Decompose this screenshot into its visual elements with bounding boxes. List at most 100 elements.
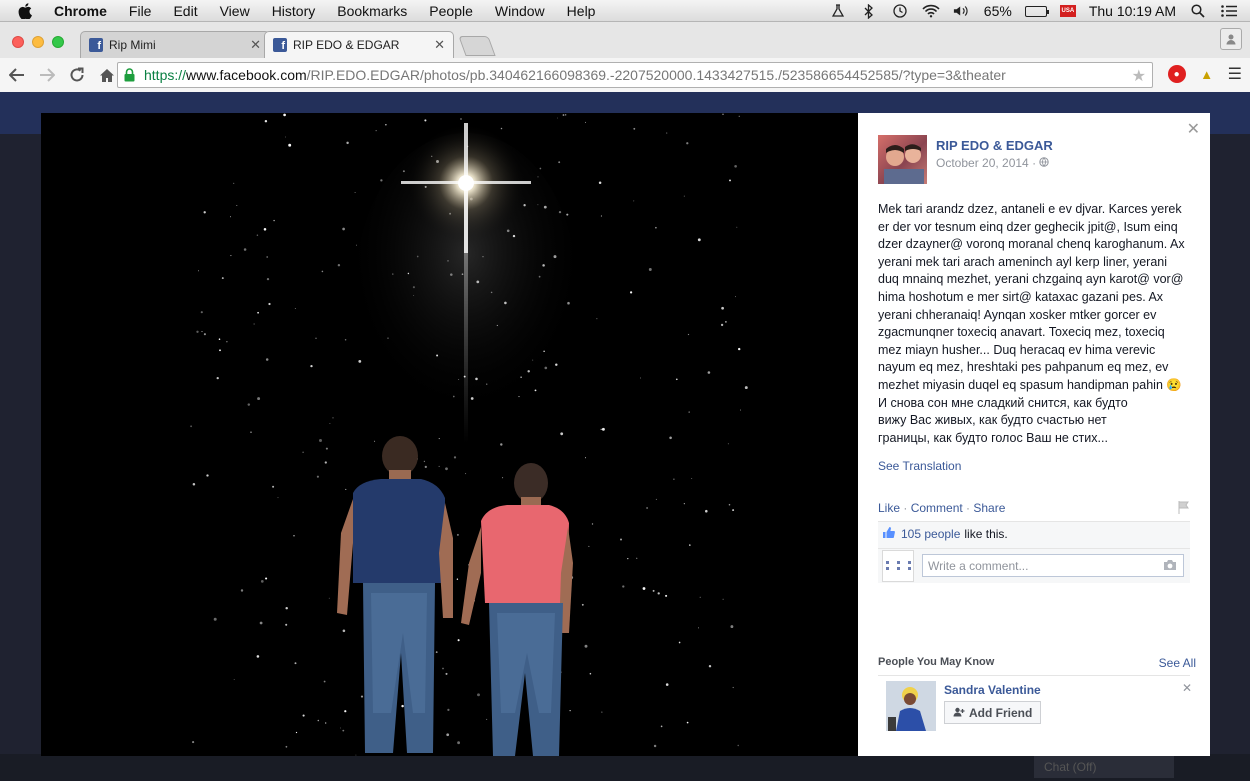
tab-rip-mimi[interactable]: f Rip Mimi ✕ [80, 31, 270, 58]
tab-close-icon[interactable]: ✕ [250, 37, 261, 53]
star-dot [316, 475, 319, 478]
forward-arrow-icon[interactable] [34, 62, 60, 88]
comment-link[interactable]: Comment [911, 501, 963, 515]
wifi-icon[interactable] [922, 3, 940, 19]
close-theater-icon[interactable]: ✕ [1187, 119, 1200, 139]
close-window-button[interactable] [12, 36, 24, 48]
star-dot [321, 270, 324, 273]
star-dot [566, 213, 569, 216]
comment-input[interactable]: Write a comment... [922, 554, 1184, 577]
profile-person-icon[interactable] [1220, 28, 1242, 50]
star-dot [260, 580, 264, 583]
star-dot [633, 200, 635, 202]
star-dot [736, 226, 738, 228]
input-source-flag-icon[interactable]: USA [1059, 5, 1076, 17]
star-dot [665, 594, 668, 597]
star-dot [652, 589, 655, 592]
star-dot [457, 741, 461, 745]
flask-icon[interactable] [829, 3, 847, 19]
star-dot [250, 431, 252, 434]
bookmark-star-icon[interactable]: ★ [1132, 66, 1146, 86]
likes-count-link[interactable]: 105 people [901, 527, 960, 541]
star-dot [257, 397, 261, 401]
tab-rip-edo-edgar[interactable]: f RIP EDO & EDGAR ✕ [264, 31, 454, 58]
like-link[interactable]: Like [878, 501, 900, 515]
url-scheme: https:// [144, 67, 187, 83]
back-arrow-icon[interactable] [4, 62, 30, 88]
reload-icon[interactable] [64, 62, 90, 88]
battery-icon[interactable] [1024, 5, 1049, 17]
star-dot [446, 733, 450, 737]
menu-bookmarks[interactable]: Bookmarks [337, 3, 407, 19]
time-machine-icon[interactable] [891, 3, 909, 19]
app-menu-chrome[interactable]: Chrome [54, 3, 107, 19]
report-flag-icon[interactable] [1178, 501, 1192, 515]
chrome-menu-icon[interactable]: ☰ [1228, 64, 1242, 84]
dismiss-suggestion-icon[interactable]: ✕ [1182, 681, 1192, 695]
notification-center-icon[interactable] [1220, 3, 1238, 19]
photo-theater[interactable] [41, 113, 858, 756]
page-name-link[interactable]: RIP EDO & EDGAR [936, 138, 1053, 153]
star-dot [201, 331, 203, 333]
menu-help[interactable]: Help [567, 3, 596, 19]
star-dot [708, 664, 712, 668]
menu-file[interactable]: File [129, 3, 152, 19]
star-dot [584, 457, 587, 459]
star-dot [302, 714, 305, 717]
extension-icons: ● ▲ ☰ [1167, 64, 1242, 84]
star-dot [266, 256, 269, 258]
star-dot [356, 244, 357, 246]
star-dot [655, 226, 657, 229]
page-avatar[interactable] [878, 135, 927, 184]
star-dot [285, 136, 286, 138]
star-dot [438, 465, 440, 467]
macos-menubar: Chrome File Edit View History Bookmarks … [0, 0, 1250, 22]
menubar-clock[interactable]: Thu 10:19 AM [1089, 3, 1176, 19]
post-date-text[interactable]: October 20, 2014 · [936, 156, 1039, 170]
menu-people[interactable]: People [429, 3, 473, 19]
star-dot [354, 191, 356, 194]
camera-icon[interactable] [1163, 559, 1177, 571]
adblock-extension-icon[interactable]: ● [1167, 65, 1186, 83]
zoom-window-button[interactable] [52, 36, 64, 48]
secure-lock-icon[interactable] [124, 68, 138, 82]
globe-icon[interactable] [1039, 156, 1050, 170]
address-bar[interactable]: https://www.facebook.com/RIP.EDO.EDGAR/p… [117, 62, 1153, 88]
bluetooth-icon[interactable] [860, 3, 878, 19]
chat-off-button[interactable]: Chat (Off) [1034, 756, 1174, 778]
new-tab-button[interactable] [458, 36, 496, 56]
star-dot [453, 456, 457, 459]
see-all-link[interactable]: See All [1159, 656, 1196, 670]
star-dot [660, 725, 663, 728]
apple-menu-icon[interactable] [18, 2, 38, 19]
star-dot [456, 533, 459, 536]
star-dot [438, 438, 440, 440]
star-dot [581, 603, 584, 606]
minimize-window-button[interactable] [32, 36, 44, 48]
menu-history[interactable]: History [272, 3, 316, 19]
tab-close-icon[interactable]: ✕ [434, 37, 445, 53]
volume-icon[interactable] [953, 3, 971, 19]
star-dot [374, 440, 376, 442]
star-dot [256, 655, 260, 658]
post-date: October 20, 2014 · [936, 156, 1053, 170]
post-author: RIP EDO & EDGAR October 20, 2014 · [878, 135, 1053, 184]
star-dot [734, 296, 737, 298]
person-avatar[interactable] [886, 681, 936, 731]
share-link[interactable]: Share [973, 501, 1005, 515]
see-translation-link[interactable]: See Translation [878, 459, 961, 473]
menu-edit[interactable]: Edit [173, 3, 197, 19]
memorial-photo [41, 113, 858, 756]
star-dot [206, 474, 209, 477]
extension-icon[interactable]: ▲ [1198, 65, 1216, 83]
person-name-link[interactable]: Sandra Valentine [944, 683, 1041, 697]
menu-window[interactable]: Window [495, 3, 545, 19]
post-actions: Like · Comment · Share [878, 501, 1005, 515]
add-friend-button[interactable]: Add Friend [944, 701, 1042, 724]
facebook-favicon-icon: f [89, 38, 103, 52]
star-dot [457, 639, 460, 642]
menu-view[interactable]: View [220, 3, 250, 19]
spotlight-search-icon[interactable] [1189, 3, 1207, 19]
tab-title: Rip Mimi [109, 38, 156, 52]
suggested-person: Sandra Valentine Add Friend [886, 681, 1042, 731]
